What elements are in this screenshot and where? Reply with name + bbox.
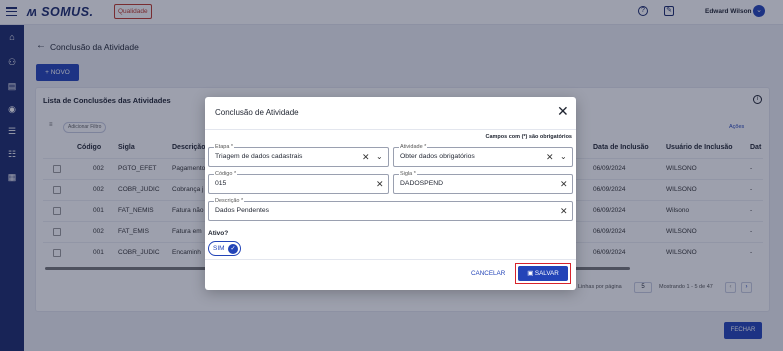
etapa-value: Triagem de dados cadastrais bbox=[215, 153, 303, 160]
chevron-down-icon[interactable]: ⌄ bbox=[560, 152, 567, 162]
cancel-button[interactable]: CANCELAR bbox=[471, 270, 505, 277]
descricao-value: Dados Pendentes bbox=[215, 207, 270, 214]
modal-header-divider bbox=[205, 129, 576, 130]
atividade-select[interactable]: Atividade * Obter dados obrigatórios ✕ ⌄ bbox=[393, 143, 573, 167]
clear-atividade-icon[interactable]: ✕ bbox=[546, 152, 554, 162]
sigla-value: DADOSPEND bbox=[400, 180, 444, 187]
save-button-label: SALVAR bbox=[534, 270, 559, 277]
etapa-select[interactable]: Etapa * Triagem de dados cadastrais ✕ ⌄ bbox=[208, 143, 389, 167]
clear-sigla-icon[interactable]: ✕ bbox=[560, 179, 568, 189]
modal-footer-divider bbox=[205, 259, 576, 260]
clear-etapa-icon[interactable]: ✕ bbox=[362, 152, 370, 162]
clear-descricao-icon[interactable]: ✕ bbox=[560, 206, 568, 216]
atividade-value: Obter dados obrigatórios bbox=[400, 153, 475, 160]
required-fields-note: Campos com (*) são obrigatórios bbox=[485, 134, 573, 140]
sigla-field[interactable]: Sigla * DADOSPEND ✕ bbox=[393, 170, 573, 194]
ativo-toggle[interactable]: SIM ✓ bbox=[208, 241, 241, 256]
chevron-down-icon[interactable]: ⌄ bbox=[376, 152, 383, 162]
clear-codigo-icon[interactable]: ✕ bbox=[376, 179, 384, 189]
descricao-field[interactable]: Descrição * Dados Pendentes ✕ bbox=[208, 197, 573, 221]
check-icon: ✓ bbox=[228, 243, 238, 254]
descricao-label: Descrição * bbox=[214, 197, 245, 205]
toggle-text: SIM bbox=[213, 245, 225, 252]
modal-title: Conclusão de Atividade bbox=[215, 108, 299, 117]
codigo-field[interactable]: Código * 015 ✕ bbox=[208, 170, 389, 194]
completion-modal: Conclusão de Atividade ✕ Campos com (*) … bbox=[205, 97, 576, 290]
codigo-label: Código * bbox=[214, 170, 238, 178]
codigo-value: 015 bbox=[215, 180, 227, 187]
save-icon: ▣ bbox=[527, 270, 535, 277]
save-button[interactable]: ▣ SALVAR bbox=[518, 266, 568, 281]
etapa-label: Etapa * bbox=[214, 143, 235, 151]
sigla-label: Sigla * bbox=[399, 170, 417, 178]
close-icon[interactable]: ✕ bbox=[557, 104, 569, 118]
ativo-label: Ativo? bbox=[208, 230, 229, 237]
atividade-label: Atividade * bbox=[399, 143, 428, 151]
